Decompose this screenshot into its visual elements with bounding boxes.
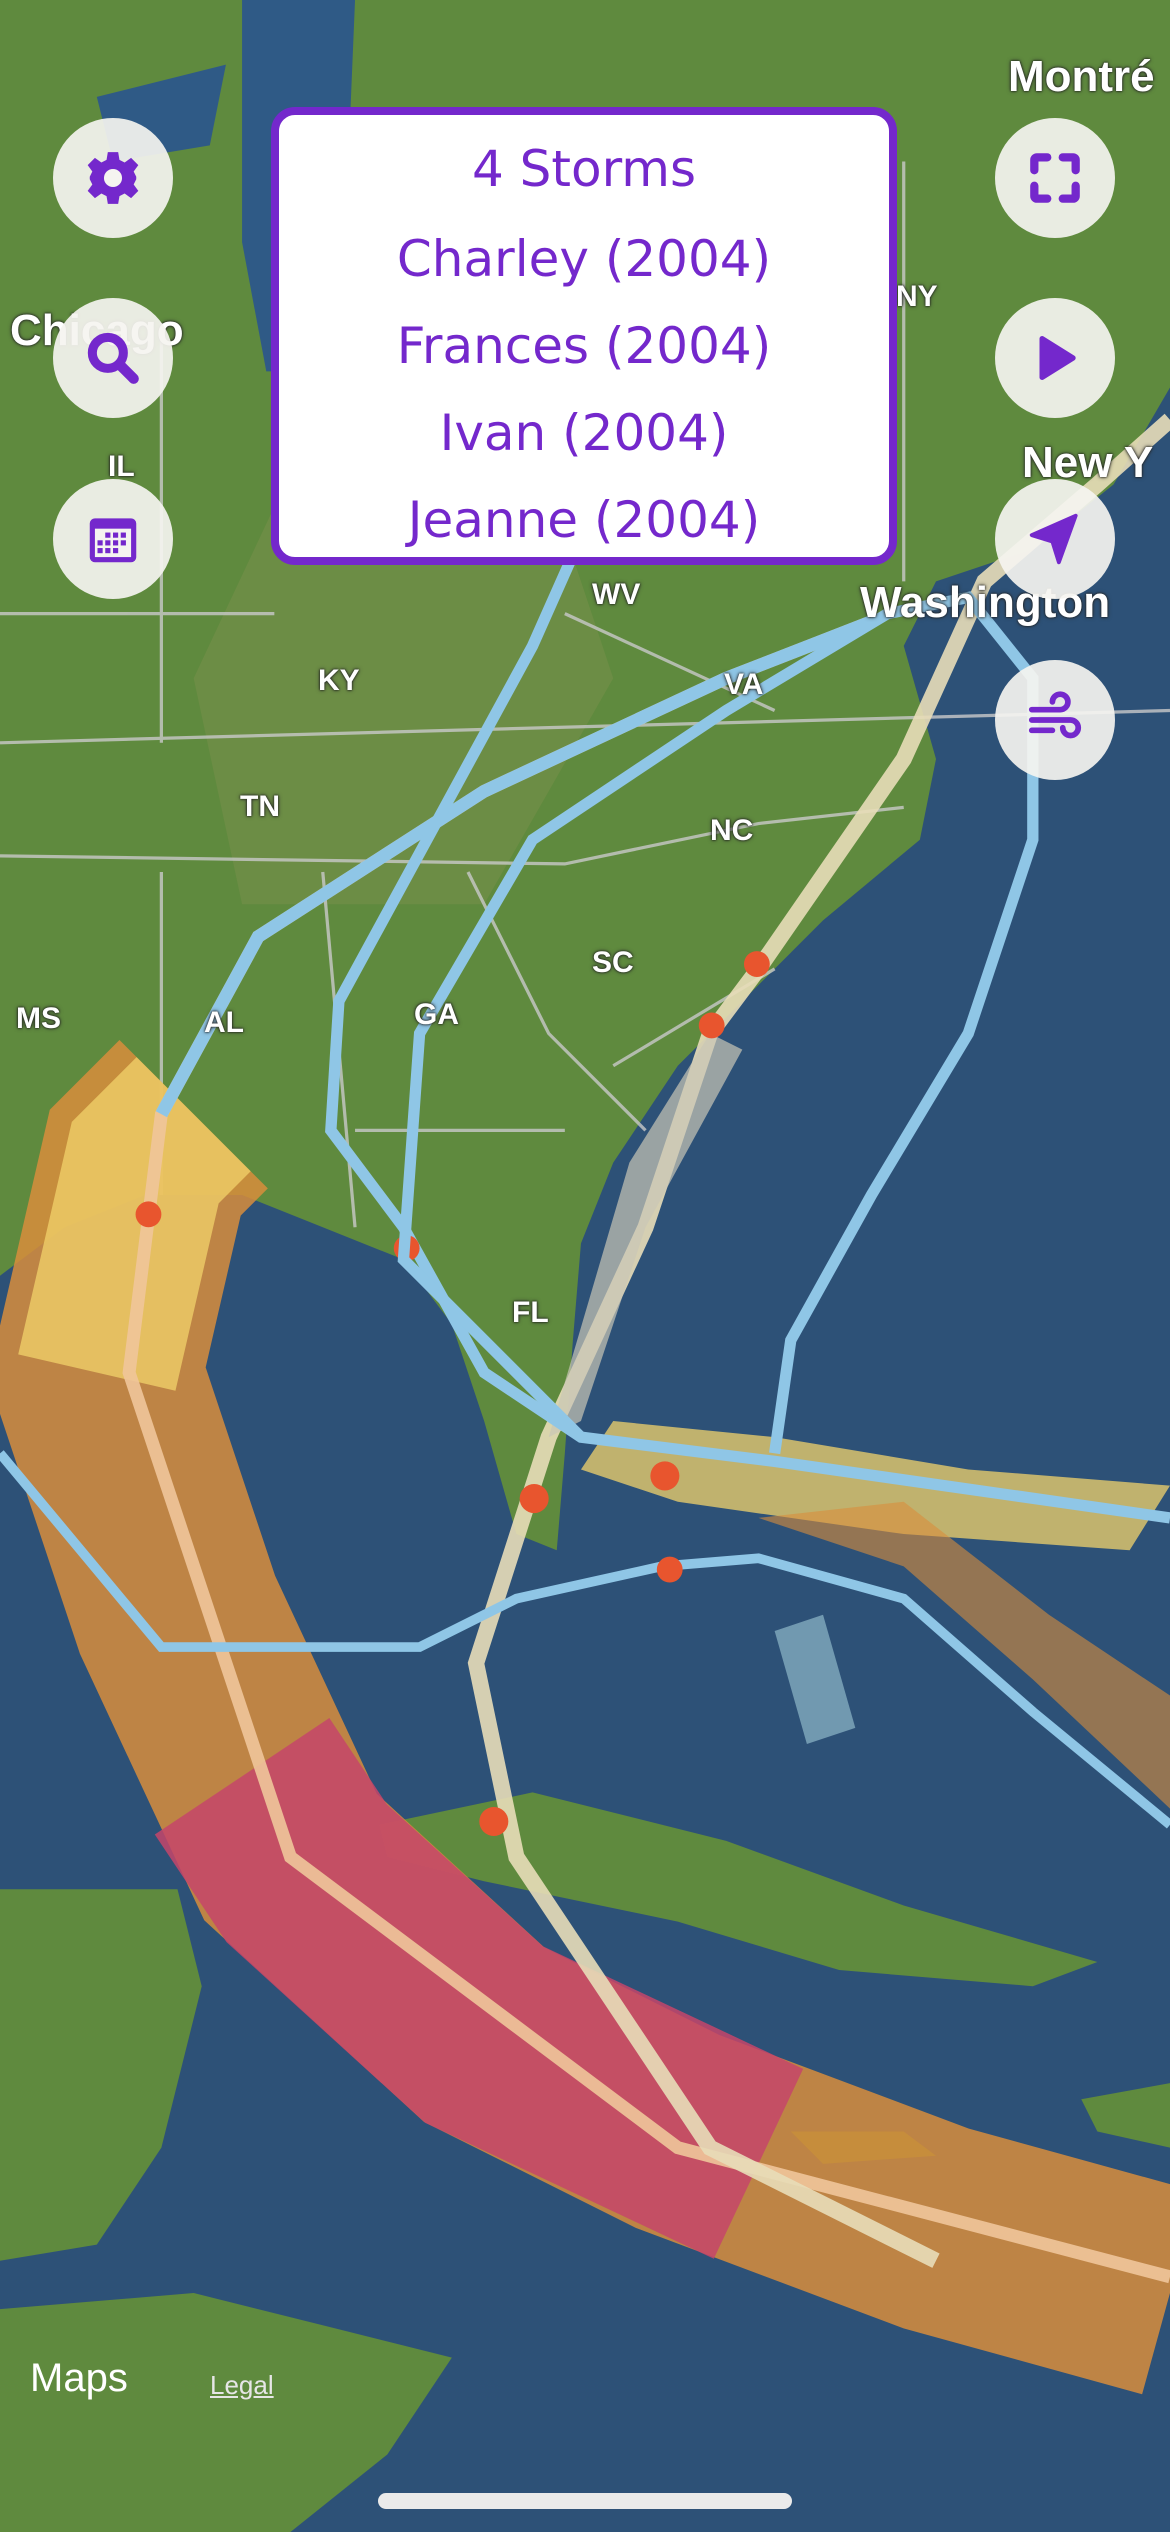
maps-label: Maps xyxy=(30,2356,128,2400)
search-icon xyxy=(87,332,139,384)
wind-icon xyxy=(1028,691,1082,739)
state-label: WV xyxy=(592,578,641,611)
storm-item-jeanne[interactable]: Jeanne (2004) xyxy=(279,490,889,550)
storm-list-panel: 4 Storms Charley (2004) Frances (2004) I… xyxy=(271,107,897,565)
state-label: NC xyxy=(710,814,754,847)
fullscreen-icon xyxy=(1030,153,1080,203)
calendar-button[interactable] xyxy=(53,479,173,599)
storm-item-charley[interactable]: Charley (2004) xyxy=(279,229,889,289)
state-label: VA xyxy=(724,668,764,701)
legal-link[interactable]: Legal xyxy=(210,2370,274,2401)
state-label: AL xyxy=(204,1006,244,1039)
state-label: TN xyxy=(240,790,280,823)
state-label: MS xyxy=(16,1002,61,1035)
storm-count: 4 Storms xyxy=(471,140,697,198)
wind-button[interactable] xyxy=(995,660,1115,780)
play-button[interactable] xyxy=(995,298,1115,418)
apple-maps-attribution: Maps xyxy=(30,2356,128,2401)
gear-icon xyxy=(87,152,139,204)
calendar-icon xyxy=(89,518,137,563)
location-arrow-icon xyxy=(1029,513,1078,565)
state-label: FL xyxy=(512,1296,549,1329)
city-label: Montré xyxy=(1008,52,1155,101)
storm-item-frances[interactable]: Frances (2004) xyxy=(279,316,889,376)
locate-button[interactable] xyxy=(995,479,1115,599)
state-label: NY xyxy=(896,280,938,313)
storm-item-ivan[interactable]: Ivan (2004) xyxy=(279,403,889,463)
state-label: GA xyxy=(414,998,459,1031)
search-button[interactable] xyxy=(53,298,173,418)
state-label: KY xyxy=(318,664,360,697)
settings-button[interactable] xyxy=(53,118,173,238)
play-icon xyxy=(1039,336,1076,380)
fit-bounds-button[interactable] xyxy=(995,118,1115,238)
state-label: SC xyxy=(592,946,634,979)
home-indicator[interactable] xyxy=(378,2493,792,2509)
